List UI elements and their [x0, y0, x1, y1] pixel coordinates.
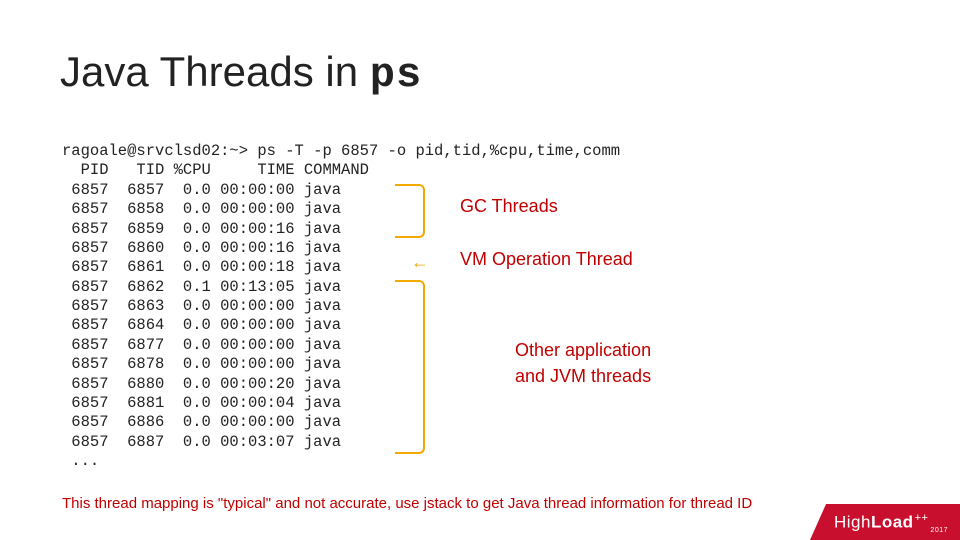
table-row: 6857 6861 0.0 00:00:18 java — [62, 258, 341, 276]
bracket-gc-icon — [395, 184, 425, 238]
terminal-ellipsis: ... — [62, 452, 99, 470]
annotation-gc: GC Threads — [460, 196, 558, 217]
title-prefix: Java Threads in — [60, 48, 370, 95]
brand-badge: HighLoad++2017 — [810, 504, 960, 540]
table-row: 6857 6860 0.0 00:00:16 java — [62, 239, 341, 257]
table-row: 6857 6858 0.0 00:00:00 java — [62, 200, 341, 218]
table-row: 6857 6877 0.0 00:00:00 java — [62, 336, 341, 354]
table-row: 6857 6857 0.0 00:00:00 java — [62, 181, 341, 199]
terminal-prompt: ragoale@srvclsd02:~> ps -T -p 6857 -o pi… — [62, 142, 620, 160]
table-row: 6857 6864 0.0 00:00:00 java — [62, 316, 341, 334]
annotation-other-line1: Other application — [515, 340, 651, 361]
bracket-other-icon — [395, 280, 425, 454]
brand-year: 2017 — [930, 527, 948, 534]
table-row: 6857 6886 0.0 00:00:00 java — [62, 413, 341, 431]
title-command: ps — [370, 51, 422, 99]
brand-dim: High — [834, 513, 871, 532]
brand-text: HighLoad++2017 — [834, 512, 948, 534]
slide-title: Java Threads in ps — [60, 48, 422, 99]
table-row: 6857 6881 0.0 00:00:04 java — [62, 394, 341, 412]
table-row: 6857 6880 0.0 00:00:20 java — [62, 375, 341, 393]
annotation-other-line2: and JVM threads — [515, 366, 651, 387]
brand-strong: Load — [871, 513, 914, 532]
terminal-header: PID TID %CPU TIME COMMAND — [62, 161, 369, 179]
table-row: 6857 6859 0.0 00:00:16 java — [62, 220, 341, 238]
table-row: 6857 6887 0.0 00:03:07 java — [62, 433, 341, 451]
table-row: 6857 6878 0.0 00:00:00 java — [62, 355, 341, 373]
terminal-block: ragoale@srvclsd02:~> ps -T -p 6857 -o pi… — [62, 142, 620, 471]
annotation-vm: VM Operation Thread — [460, 249, 633, 270]
brand-plus: ++ — [915, 512, 929, 524]
arrow-left-icon: ← — [411, 252, 429, 273]
table-row: 6857 6863 0.0 00:00:00 java — [62, 297, 341, 315]
table-row: 6857 6862 0.1 00:13:05 java — [62, 278, 341, 296]
footnote: This thread mapping is "typical" and not… — [62, 495, 752, 512]
slide: Java Threads in ps ragoale@srvclsd02:~> … — [0, 0, 960, 540]
